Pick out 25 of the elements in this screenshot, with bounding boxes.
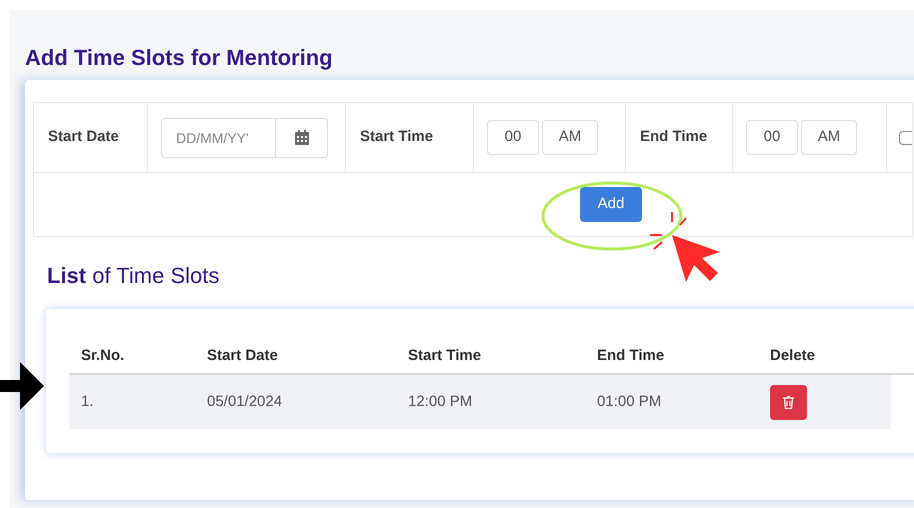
- column-header: Start Date: [207, 346, 278, 364]
- table-cell: 05/01/2024: [207, 392, 282, 410]
- field-label: Start Time: [360, 127, 434, 148]
- delete-button[interactable]: [770, 384, 807, 420]
- period-field[interactable]: AM: [542, 120, 598, 155]
- table-cell: 1.: [81, 392, 94, 410]
- calendar-button[interactable]: [276, 118, 328, 158]
- table-cell: 01:00 PM: [597, 392, 662, 410]
- column-header: Sr.No.: [81, 346, 124, 364]
- column-header: Start Time: [408, 346, 482, 364]
- list-title: List of Time Slots: [47, 262, 220, 290]
- date-input[interactable]: DD/MM/YY': [161, 118, 276, 158]
- calendar-icon: [294, 130, 308, 145]
- page-title: Add Time Slots for Mentoring: [25, 44, 334, 72]
- hour-field[interactable]: 00: [487, 120, 539, 155]
- table-cell: 12:00 PM: [408, 392, 472, 410]
- hour-field[interactable]: 00: [746, 120, 798, 155]
- period-field[interactable]: AM: [801, 120, 857, 155]
- trash-icon: [783, 396, 794, 408]
- add-button[interactable]: Add: [580, 187, 642, 222]
- column-header: Delete: [770, 346, 816, 364]
- column-header: End Time: [597, 346, 664, 364]
- field-label: Start Date: [48, 127, 119, 148]
- field-label: End Time: [640, 127, 708, 148]
- arrow-icon: [0, 362, 44, 410]
